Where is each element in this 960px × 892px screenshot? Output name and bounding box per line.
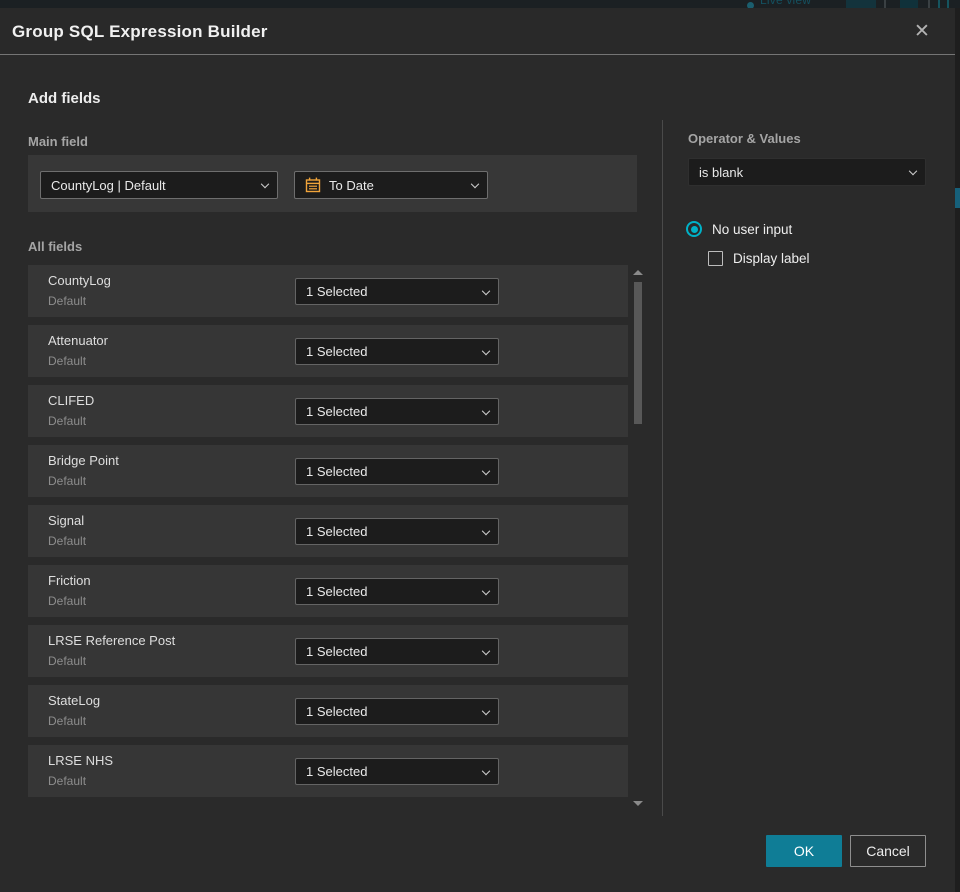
scrollbar-up-arrow[interactable] bbox=[633, 270, 643, 275]
dialog-header: Group SQL Expression Builder ✕ bbox=[0, 8, 955, 55]
field-row: Signal Default 1 Selected bbox=[28, 505, 628, 557]
checkbox-label: Display label bbox=[733, 251, 810, 266]
cancel-button[interactable]: Cancel bbox=[850, 835, 926, 867]
field-name: Bridge Point bbox=[48, 453, 119, 468]
field-selected-dropdown[interactable]: 1 Selected bbox=[295, 458, 499, 485]
field-selected-dropdown[interactable]: 1 Selected bbox=[295, 638, 499, 665]
field-subtitle: Default bbox=[48, 594, 87, 608]
field-row: CLIFED Default 1 Selected bbox=[28, 385, 628, 437]
field-row: CountyLog Default 1 Selected bbox=[28, 265, 628, 317]
main-field-select[interactable]: CountyLog | Default bbox=[40, 171, 278, 199]
chevron-down-icon bbox=[908, 166, 918, 176]
chevron-down-icon bbox=[481, 406, 491, 415]
chevron-down-icon bbox=[481, 466, 491, 475]
operator-select[interactable]: is blank bbox=[688, 158, 926, 186]
selected-count: 1 Selected bbox=[306, 584, 368, 599]
toolbar-button-fragment bbox=[846, 0, 876, 8]
field-subtitle: Default bbox=[48, 294, 87, 308]
scrollbar-thumb[interactable] bbox=[634, 282, 642, 424]
app-background-strip bbox=[955, 8, 960, 892]
toolbar-divider bbox=[884, 0, 886, 8]
ok-button[interactable]: OK bbox=[766, 835, 842, 867]
field-name: LRSE NHS bbox=[48, 753, 114, 768]
field-name: CLIFED bbox=[48, 393, 95, 408]
field-selected-dropdown[interactable]: 1 Selected bbox=[295, 338, 499, 365]
radio-selected-icon bbox=[686, 221, 702, 237]
toolbar-divider bbox=[947, 0, 949, 8]
field-subtitle: Default bbox=[48, 354, 87, 368]
main-field-label: Main field bbox=[28, 134, 88, 149]
chevron-down-icon bbox=[481, 346, 491, 355]
field-row: Bridge Point Default 1 Selected bbox=[28, 445, 628, 497]
chevron-down-icon bbox=[481, 526, 491, 535]
operator-select-value: is blank bbox=[699, 164, 744, 180]
toolbar-button-fragment bbox=[900, 0, 918, 8]
selected-count: 1 Selected bbox=[306, 524, 368, 539]
chevron-down-icon bbox=[470, 179, 480, 189]
field-subtitle: Default bbox=[48, 414, 87, 428]
live-view-label: Live view bbox=[760, 0, 812, 7]
date-field-select[interactable]: To Date bbox=[294, 171, 488, 199]
field-row: StateLog Default 1 Selected bbox=[28, 685, 628, 737]
toolbar-divider bbox=[938, 0, 940, 8]
field-subtitle: Default bbox=[48, 534, 87, 548]
operator-values-label: Operator & Values bbox=[688, 131, 801, 146]
field-subtitle: Default bbox=[48, 714, 87, 728]
checkbox-unchecked-icon bbox=[708, 251, 723, 266]
selected-count: 1 Selected bbox=[306, 284, 368, 299]
field-row: LRSE NHS Default 1 Selected bbox=[28, 745, 628, 797]
chevron-down-icon bbox=[260, 179, 270, 189]
field-row: LRSE Reference Post Default 1 Selected bbox=[28, 625, 628, 677]
selected-count: 1 Selected bbox=[306, 764, 368, 779]
background-teal-fragment bbox=[955, 188, 960, 208]
field-selected-dropdown[interactable]: 1 Selected bbox=[295, 758, 499, 785]
field-selected-dropdown[interactable]: 1 Selected bbox=[295, 518, 499, 545]
selected-count: 1 Selected bbox=[306, 344, 368, 359]
field-row: Attenuator Default 1 Selected bbox=[28, 325, 628, 377]
field-name: Signal bbox=[48, 513, 85, 528]
field-name: StateLog bbox=[48, 693, 101, 708]
field-name: CountyLog bbox=[48, 273, 111, 288]
display-label-checkbox[interactable]: Display label bbox=[708, 251, 810, 266]
field-name: Friction bbox=[48, 573, 91, 588]
close-icon[interactable]: ✕ bbox=[907, 8, 937, 55]
panel-divider bbox=[662, 120, 663, 816]
chevron-down-icon bbox=[481, 646, 491, 655]
no-user-input-radio[interactable]: No user input bbox=[686, 221, 792, 237]
chevron-down-icon bbox=[481, 286, 491, 295]
field-selected-dropdown[interactable]: 1 Selected bbox=[295, 398, 499, 425]
field-selected-dropdown[interactable]: 1 Selected bbox=[295, 698, 499, 725]
field-subtitle: Default bbox=[48, 474, 87, 488]
all-fields-label: All fields bbox=[28, 239, 83, 254]
selected-count: 1 Selected bbox=[306, 704, 368, 719]
selected-count: 1 Selected bbox=[306, 644, 368, 659]
field-name: Attenuator bbox=[48, 333, 108, 348]
field-name: LRSE Reference Post bbox=[48, 633, 176, 648]
calendar-icon bbox=[305, 177, 321, 193]
scrollbar-down-arrow[interactable] bbox=[633, 801, 643, 806]
chevron-down-icon bbox=[481, 706, 491, 715]
add-fields-heading: Add fields bbox=[28, 90, 101, 107]
date-field-select-value: To Date bbox=[329, 177, 374, 193]
field-row: Friction Default 1 Selected bbox=[28, 565, 628, 617]
selected-count: 1 Selected bbox=[306, 404, 368, 419]
group-sql-expression-builder-dialog: Group SQL Expression Builder ✕ Add field… bbox=[0, 8, 955, 892]
field-subtitle: Default bbox=[48, 654, 87, 668]
radio-label: No user input bbox=[712, 221, 793, 237]
selected-count: 1 Selected bbox=[306, 464, 368, 479]
chevron-down-icon bbox=[481, 586, 491, 595]
toolbar-divider bbox=[928, 0, 930, 8]
main-field-panel: CountyLog | Default To Date bbox=[28, 155, 637, 212]
field-selected-dropdown[interactable]: 1 Selected bbox=[295, 578, 499, 605]
chevron-down-icon bbox=[481, 766, 491, 775]
app-toolbar-strip: Live view bbox=[0, 0, 960, 8]
dialog-title: Group SQL Expression Builder bbox=[12, 22, 268, 41]
field-subtitle: Default bbox=[48, 774, 87, 788]
field-selected-dropdown[interactable]: 1 Selected bbox=[295, 278, 499, 305]
main-field-select-value: CountyLog | Default bbox=[51, 177, 166, 193]
